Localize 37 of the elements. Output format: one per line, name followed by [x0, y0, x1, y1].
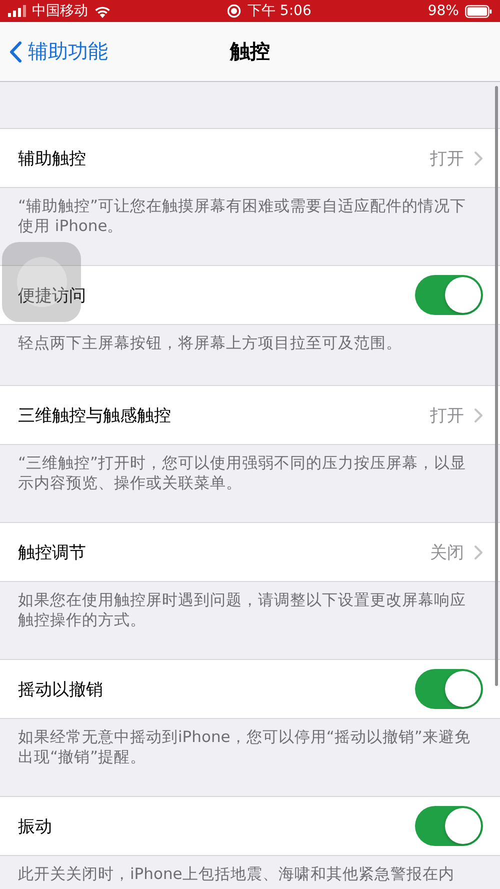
back-button[interactable]: 辅助功能: [0, 38, 108, 65]
toggle-switch[interactable]: [415, 669, 483, 709]
row-value: 关闭: [430, 542, 464, 564]
section-footer: 如果经常无意中摇动到iPhone，您可以停用“摇动以撤销”来避免出现“撤销”提醒。: [0, 719, 500, 796]
row-value: 打开: [430, 148, 464, 170]
back-chevron-icon: [9, 40, 22, 62]
settings-row[interactable]: 辅助触控 打开: [0, 128, 500, 188]
row-label: 摇动以撤销: [18, 678, 103, 700]
section-footer: 轻点两下主屏幕按钮，将屏幕上方项目拉至可及范围。: [0, 325, 500, 385]
section-footer: “三维触控”打开时，您可以使用强弱不同的压力按压屏幕，以显示内容预览、操作或关联菜单。: [0, 445, 500, 522]
chevron-icon: [474, 150, 483, 166]
location-lock-icon: [227, 4, 242, 18]
chevron-icon: [474, 408, 483, 422]
settings-row[interactable]: 触控调节 关闭: [0, 522, 500, 582]
battery-icon: [464, 4, 492, 18]
chevron-icon: [474, 544, 483, 560]
settings-row[interactable]: 便捷访问: [0, 265, 500, 325]
settings-row[interactable]: 摇动以撤销: [0, 659, 500, 719]
wifi-icon: [94, 4, 111, 18]
battery-percent: 98%: [428, 3, 459, 19]
screen-title: 触控: [230, 38, 270, 65]
clock-time: 下午 5:06: [247, 2, 312, 20]
row-label: 三维触控与触感触控: [18, 404, 171, 426]
carrier-name: 中国移动: [32, 2, 88, 20]
section-footer: “辅助触控”可让您在触摸屏幕有困难或需要自适应配件的情况下使用 iPhone。: [0, 188, 500, 265]
section-footer: 此开关关闭时，iPhone上包括地震、海啸和其他紧急警报在内: [0, 856, 500, 889]
row-label: 便捷访问: [18, 284, 86, 306]
settings-row[interactable]: 三维触控与触感触控 打开: [0, 385, 500, 445]
row-label: 辅助触控: [18, 148, 86, 170]
settings-row[interactable]: 振动: [0, 796, 500, 856]
section-footer: 如果您在使用触控屏时遇到问题，请调整以下设置更改屏幕响应触控操作的方式。: [0, 582, 500, 659]
toggle-switch[interactable]: [415, 806, 483, 846]
row-label: 触控调节: [18, 542, 86, 564]
signal-icon: [8, 5, 26, 17]
row-label: 振动: [18, 816, 52, 838]
toggle-switch[interactable]: [415, 275, 483, 315]
row-value: 打开: [430, 404, 464, 426]
